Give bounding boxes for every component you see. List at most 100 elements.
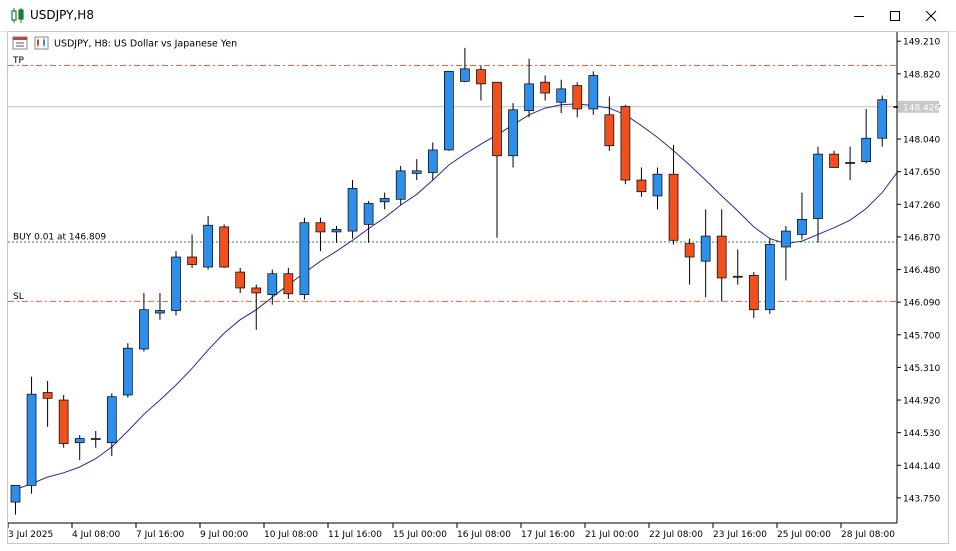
candle-body bbox=[636, 179, 647, 193]
candle bbox=[395, 165, 406, 206]
stop-loss-label: SL bbox=[13, 292, 24, 302]
candle bbox=[524, 58, 534, 118]
candle bbox=[540, 75, 551, 101]
candle-body bbox=[26, 393, 37, 486]
candle-body bbox=[251, 287, 262, 294]
candlestick-chart[interactable]: 149.210148.820148.430148.040147.650147.2… bbox=[8, 32, 948, 543]
maximize-button[interactable] bbox=[878, 0, 912, 31]
candle bbox=[106, 393, 117, 457]
candle-body bbox=[829, 153, 839, 168]
candle bbox=[508, 103, 518, 168]
candle-body bbox=[813, 153, 823, 219]
candle-body bbox=[845, 162, 855, 164]
time-tick-label: 25 Jul 00:00 bbox=[777, 530, 831, 540]
price-tick-label: 144.530 bbox=[903, 429, 940, 439]
candle bbox=[797, 192, 807, 240]
candle-body bbox=[492, 81, 502, 157]
candle-body bbox=[748, 275, 759, 311]
candle-body bbox=[74, 438, 85, 444]
price-tick-label: 148.040 bbox=[903, 136, 940, 146]
price-tick-label: 144.140 bbox=[903, 462, 940, 472]
current-price-label: 148.426 bbox=[903, 103, 940, 113]
symbol-properties-icon[interactable] bbox=[34, 36, 49, 50]
candle-body bbox=[476, 69, 486, 85]
candle-body bbox=[684, 243, 695, 258]
time-tick-label: 17 Jul 16:00 bbox=[521, 530, 575, 540]
candle bbox=[877, 95, 888, 147]
candle-body bbox=[861, 137, 872, 163]
candle-body bbox=[444, 70, 454, 151]
candle bbox=[283, 267, 294, 299]
candle-body bbox=[764, 244, 775, 311]
candle-body bbox=[363, 203, 374, 225]
candle-body bbox=[379, 198, 390, 203]
time-tick-label: 28 Jul 08:00 bbox=[841, 530, 895, 540]
price-tick-label: 146.480 bbox=[903, 266, 940, 276]
candle bbox=[636, 167, 647, 197]
candle-body bbox=[572, 85, 583, 110]
take-profit-label: TP bbox=[12, 56, 24, 66]
candle bbox=[411, 159, 422, 181]
candle bbox=[347, 180, 358, 239]
price-tick-label: 148.820 bbox=[903, 70, 940, 80]
candle-body bbox=[90, 438, 101, 440]
candle bbox=[74, 435, 85, 461]
time-tick-label: 4 Jul 08:00 bbox=[72, 530, 121, 540]
candle bbox=[10, 485, 21, 515]
candle-body bbox=[267, 273, 278, 295]
candle bbox=[26, 376, 37, 494]
candle bbox=[748, 272, 759, 319]
candle-body bbox=[235, 271, 246, 289]
close-button[interactable] bbox=[914, 0, 948, 31]
candle-body bbox=[797, 219, 807, 235]
time-tick-label: 7 Jul 16:00 bbox=[136, 530, 185, 540]
buy-order-label: BUY 0.01 at 146.809 bbox=[13, 233, 106, 243]
candle bbox=[235, 267, 246, 293]
chart-list-icon[interactable] bbox=[12, 36, 28, 50]
candle-body bbox=[508, 109, 518, 157]
price-tick-label: 147.650 bbox=[903, 168, 940, 178]
candle-body bbox=[716, 235, 727, 279]
candle bbox=[861, 108, 872, 164]
price-tick-label: 146.870 bbox=[903, 233, 940, 243]
candle-body bbox=[106, 396, 117, 444]
candle bbox=[187, 234, 197, 268]
candle bbox=[331, 226, 342, 243]
candle-body bbox=[395, 170, 406, 200]
candle-body bbox=[10, 485, 21, 503]
candle-body bbox=[299, 222, 310, 295]
time-tick-label: 16 Jul 08:00 bbox=[457, 530, 511, 540]
candle bbox=[122, 343, 133, 398]
candle bbox=[139, 292, 149, 352]
candle-body bbox=[219, 226, 229, 268]
candle bbox=[203, 216, 213, 270]
time-tick-label: 10 Jul 08:00 bbox=[264, 530, 318, 540]
candle bbox=[764, 238, 775, 314]
title-bar: USDJPY,H8 bbox=[0, 0, 956, 32]
candle-body bbox=[781, 230, 791, 248]
candle-body bbox=[315, 222, 326, 233]
candle bbox=[716, 209, 727, 302]
candle bbox=[684, 238, 695, 285]
candle bbox=[700, 209, 711, 298]
price-tick-label: 143.750 bbox=[903, 494, 940, 504]
candle bbox=[299, 217, 310, 300]
candle-body bbox=[58, 399, 69, 444]
candle bbox=[572, 82, 583, 118]
candle-body bbox=[620, 106, 631, 181]
candle bbox=[829, 150, 839, 168]
chart-window[interactable]: 149.210148.820148.430148.040147.650147.2… bbox=[7, 31, 949, 544]
candle bbox=[379, 192, 390, 210]
price-tick-label: 147.260 bbox=[903, 201, 940, 211]
candle-body bbox=[588, 75, 599, 110]
candle-body bbox=[347, 188, 358, 232]
candle bbox=[42, 380, 53, 427]
minimize-button[interactable] bbox=[842, 0, 876, 31]
candle bbox=[444, 70, 454, 151]
candle-body bbox=[652, 173, 663, 197]
candle-body bbox=[556, 88, 567, 103]
price-tick-label: 144.920 bbox=[903, 397, 940, 407]
candle-body bbox=[668, 173, 679, 241]
candle-body bbox=[604, 114, 615, 147]
candle bbox=[219, 224, 229, 268]
